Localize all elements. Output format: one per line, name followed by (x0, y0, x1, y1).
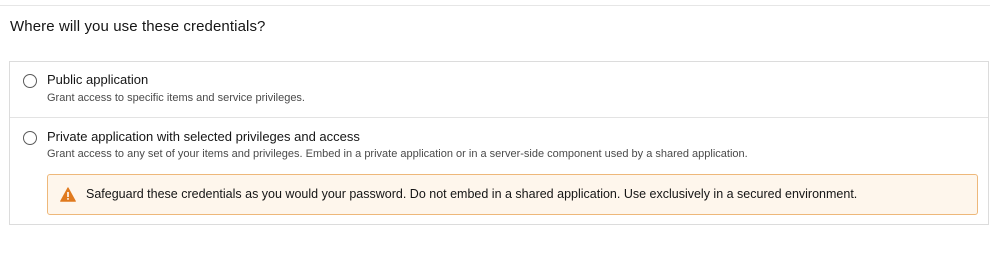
credentials-usage-section: Where will you use these credentials? Pu… (0, 0, 995, 260)
option-description: Grant access to any set of your items an… (47, 148, 748, 160)
option-public-application[interactable]: Public application Grant access to speci… (10, 62, 988, 118)
warning-text: Safeguard these credentials as you would… (86, 187, 858, 201)
option-title: Private application with selected privil… (47, 129, 360, 144)
usage-options-group: Public application Grant access to speci… (9, 61, 989, 225)
top-divider (0, 5, 990, 6)
option-description: Grant access to specific items and servi… (47, 92, 305, 104)
radio-private-application[interactable] (23, 131, 37, 145)
option-title: Public application (47, 72, 149, 87)
section-heading: Where will you use these credentials? (10, 18, 266, 35)
warning-triangle-icon (60, 187, 76, 202)
warning-notice: Safeguard these credentials as you would… (47, 174, 978, 215)
option-private-application[interactable]: Private application with selected privil… (10, 118, 988, 224)
radio-public-application[interactable] (23, 74, 37, 88)
